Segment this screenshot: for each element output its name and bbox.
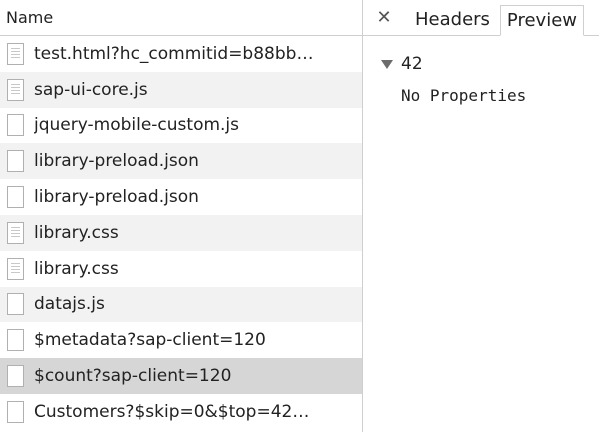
- preview-root-value: 42: [401, 54, 423, 74]
- request-name: library-preload.json: [34, 151, 199, 172]
- document-icon: [7, 42, 24, 65]
- request-name: $count?sap-client=120: [34, 366, 232, 387]
- file-icon: [7, 329, 24, 352]
- request-name: jquery-mobile-custom.js: [34, 115, 240, 136]
- no-properties-text: No Properties: [401, 86, 527, 105]
- close-icon[interactable]: ✕: [373, 1, 395, 35]
- tab-headers[interactable]: Headers: [409, 5, 496, 35]
- document-icon: [7, 78, 24, 101]
- request-name: datajs.js: [34, 294, 105, 315]
- document-icon: [7, 221, 24, 244]
- request-row[interactable]: datajs.js: [0, 286, 362, 323]
- file-icon: [7, 114, 24, 137]
- file-icon: [7, 365, 24, 388]
- request-name: Customers?$skip=0&$top=42…: [34, 401, 310, 422]
- file-icon: [7, 186, 24, 209]
- request-details-panel: ✕ Headers Preview 42 No Properties: [363, 0, 599, 432]
- request-row[interactable]: $metadata?sap-client=120: [0, 322, 362, 358]
- details-tab-bar: ✕ Headers Preview: [363, 0, 599, 36]
- request-name: $metadata?sap-client=120: [34, 330, 266, 351]
- preview-root-node[interactable]: 42: [381, 50, 599, 78]
- request-row[interactable]: library.css: [0, 214, 362, 251]
- request-row[interactable]: Customers?$skip=0&$top=42…: [0, 394, 362, 430]
- tab-preview[interactable]: Preview: [499, 5, 584, 36]
- name-column-header[interactable]: Name: [0, 0, 362, 36]
- file-icon: [7, 293, 24, 316]
- document-icon: [7, 257, 24, 280]
- request-row-selected[interactable]: $count?sap-client=120: [0, 358, 362, 394]
- request-row[interactable]: library-preload.json: [0, 143, 362, 180]
- disclosure-triangle-icon[interactable]: [381, 59, 393, 69]
- request-list: test.html?hc_commitid=b88bb… sap-ui-core…: [0, 36, 362, 430]
- file-icon: [7, 150, 24, 173]
- devtools-network-view: Name test.html?hc_commitid=b88bb… sap-ui…: [0, 0, 599, 432]
- request-name: library.css: [34, 222, 119, 243]
- request-name: library.css: [34, 258, 119, 279]
- file-icon: [7, 400, 24, 423]
- request-row[interactable]: library.css: [0, 251, 362, 287]
- request-name: sap-ui-core.js: [34, 79, 148, 100]
- request-name: test.html?hc_commitid=b88bb…: [34, 43, 314, 64]
- request-row[interactable]: jquery-mobile-custom.js: [0, 108, 362, 144]
- request-row[interactable]: test.html?hc_commitid=b88bb…: [0, 36, 362, 72]
- request-row[interactable]: sap-ui-core.js: [0, 71, 362, 108]
- request-name: library-preload.json: [34, 187, 199, 208]
- request-list-panel: Name test.html?hc_commitid=b88bb… sap-ui…: [0, 0, 363, 432]
- preview-pane: 42 No Properties: [363, 36, 599, 105]
- request-row[interactable]: library-preload.json: [0, 179, 362, 215]
